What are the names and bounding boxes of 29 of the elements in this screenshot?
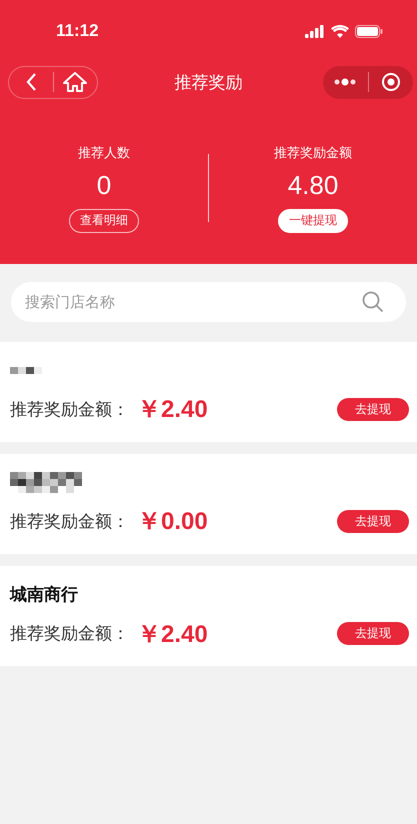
stat-label: 推荐人数 [78, 144, 130, 162]
details-button[interactable]: 查看明细 [69, 208, 139, 232]
stat-value: 0 [96, 170, 112, 200]
battery-icon [355, 24, 383, 38]
stat-value: 4.80 [288, 170, 338, 200]
redacted-name-drawing [10, 366, 42, 374]
signal-icon [305, 24, 325, 38]
amount-value: ￥2.40 [137, 620, 208, 650]
withdraw-button[interactable]: 去提现 [337, 510, 409, 532]
search-field[interactable]: 搜索门店名称 [11, 282, 406, 322]
target-icon [380, 72, 401, 92]
amount-label: 推荐奖励金额： [10, 398, 129, 420]
home-icon [62, 71, 88, 93]
more-icon [334, 78, 356, 86]
search-icon [362, 291, 384, 313]
amount-value: ￥2.40 [137, 395, 208, 425]
withdraw-all-button[interactable]: 一键提现 [278, 208, 348, 232]
amount-label: 推荐奖励金额： [10, 623, 129, 645]
back-icon [24, 72, 37, 92]
status-time: 11:12 [56, 21, 99, 41]
wifi-icon [331, 24, 349, 38]
redacted-name-drawing [10, 472, 82, 492]
page-title: 推荐奖励 [174, 72, 242, 94]
stat-label: 推荐奖励金额 [274, 144, 352, 162]
amount-value: ￥0.00 [137, 507, 208, 537]
amount-label: 推荐奖励金额： [10, 510, 129, 532]
withdraw-button[interactable]: 去提现 [337, 622, 409, 645]
withdraw-button[interactable]: 去提现 [337, 398, 409, 420]
store-name: 城南商行 [10, 584, 79, 606]
